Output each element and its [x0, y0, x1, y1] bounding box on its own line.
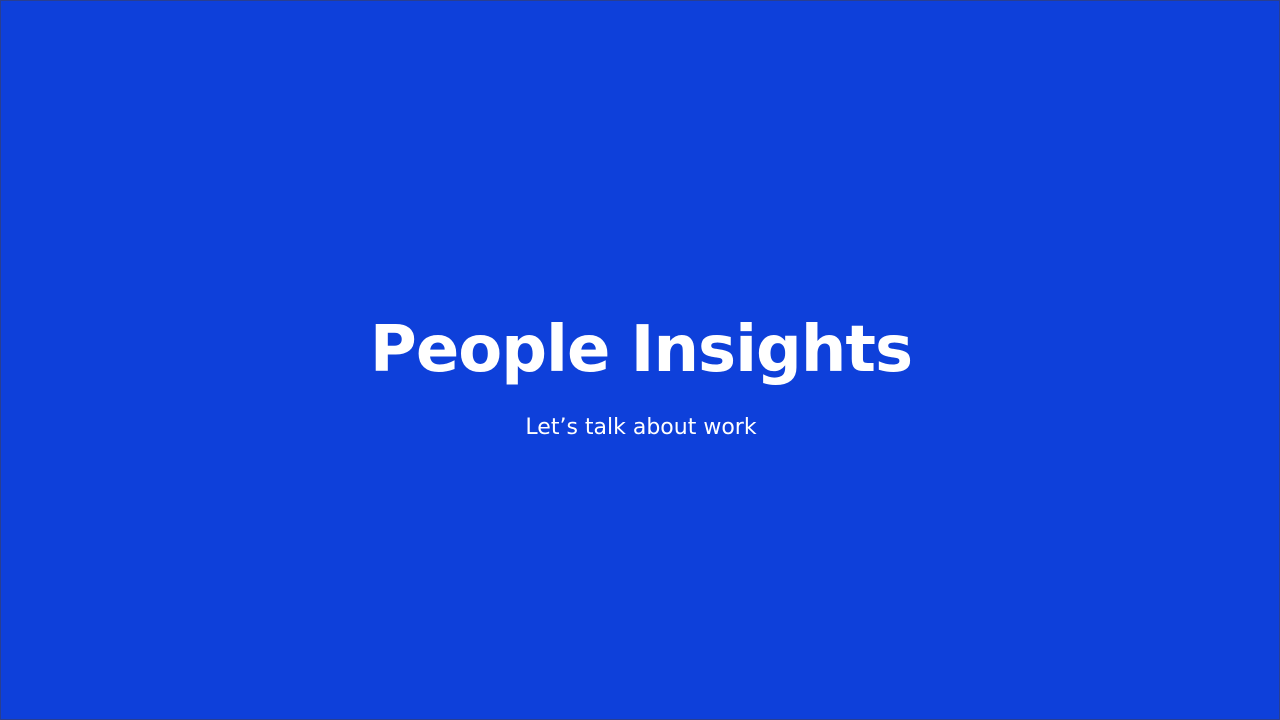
slide-title: People Insights	[369, 313, 913, 387]
slide-subtitle: Let’s talk about work	[525, 415, 757, 440]
title-slide: People Insights Let’s talk about work	[0, 0, 1280, 720]
